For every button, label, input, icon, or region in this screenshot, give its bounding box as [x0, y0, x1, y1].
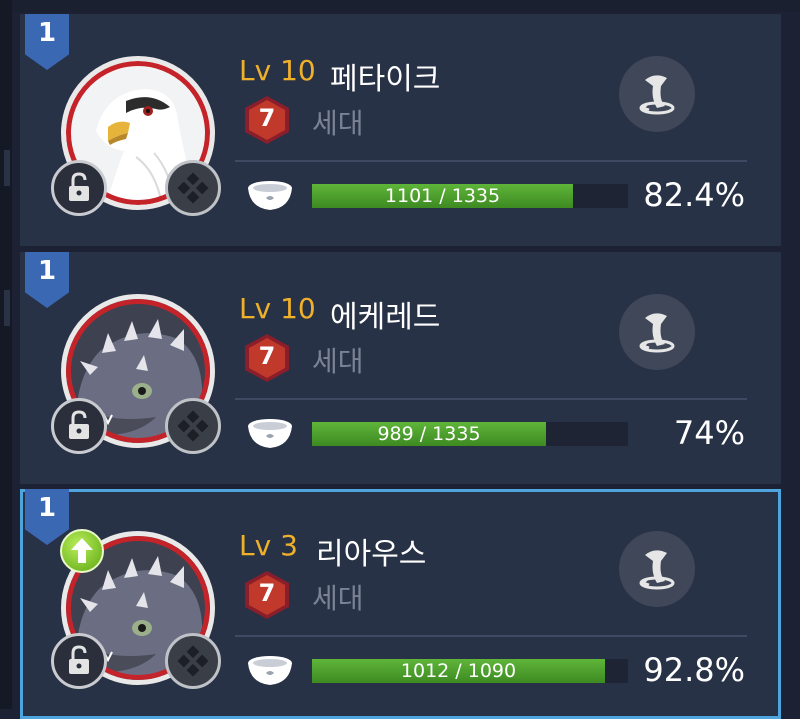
lock-button[interactable] [51, 398, 107, 454]
exp-bar: 989 / 1335 [312, 422, 628, 446]
food-bowl-icon [248, 181, 292, 210]
lock-button[interactable] [51, 160, 107, 216]
exp-value: 1101 / 1335 [384, 185, 501, 207]
pet-card[interactable]: 1 Lv 10 에케레드 7 세대 989 / 1335 74% [20, 252, 781, 484]
edge-seam [4, 150, 10, 186]
exp-bar: 1101 / 1335 [312, 184, 628, 208]
evolve-button[interactable] [619, 531, 695, 607]
pet-name: 리아우스 [316, 537, 427, 572]
exp-bar: 1012 / 1090 [312, 659, 628, 683]
socket-icon [177, 645, 209, 677]
pet-name: 페타이크 [330, 62, 441, 97]
top-edge [12, 0, 800, 12]
evolve-button[interactable] [619, 56, 695, 132]
exp-value: 989 / 1335 [377, 423, 481, 445]
padlock-icon [69, 172, 89, 201]
generation-label: 세대 [312, 107, 364, 140]
pet-level: Lv 10 [239, 292, 316, 325]
socket-button[interactable] [165, 398, 221, 454]
divider [235, 635, 747, 637]
lock-button[interactable] [51, 633, 107, 689]
socket-button[interactable] [165, 160, 221, 216]
rank-tag: 1 [25, 252, 69, 308]
generation-badge: 7 [245, 96, 289, 144]
generation-badge: 7 [245, 334, 289, 382]
food-bowl-icon [248, 419, 292, 448]
pet-card-selected[interactable]: 1 Lv 3 리아우스 7 세대 1012 / 1090 92.8% [20, 489, 781, 719]
arrow-up-icon [71, 538, 93, 563]
edge-seam [4, 290, 10, 326]
socket-icon [177, 172, 209, 204]
socket-icon [177, 410, 209, 442]
divider [235, 398, 747, 400]
generation-label: 세대 [312, 582, 364, 615]
rank-tag: 1 [25, 14, 69, 70]
pet-name: 에케레드 [330, 300, 441, 335]
exp-percent: 74% [673, 414, 745, 452]
evolve-icon [639, 550, 675, 590]
evolve-button[interactable] [619, 294, 695, 370]
food-bowl-icon [248, 656, 292, 685]
socket-button[interactable] [165, 633, 221, 689]
upgrade-badge [60, 529, 104, 573]
pet-level: Lv 3 [239, 529, 298, 562]
exp-percent: 92.8% [643, 651, 745, 689]
generation-badge: 7 [245, 571, 289, 619]
exp-value: 1012 / 1090 [400, 660, 517, 682]
generation-label: 세대 [312, 345, 364, 378]
padlock-icon [69, 645, 89, 674]
padlock-icon [69, 410, 89, 439]
exp-percent: 82.4% [643, 176, 745, 214]
pet-card[interactable]: 1 Lv 10 페타이크 7 세대 1101 / 1335 82.4% [20, 14, 781, 246]
evolve-icon [639, 313, 675, 353]
divider [235, 160, 747, 162]
pet-level: Lv 10 [239, 54, 316, 87]
left-edge-strip [0, 0, 12, 709]
evolve-icon [639, 75, 675, 115]
